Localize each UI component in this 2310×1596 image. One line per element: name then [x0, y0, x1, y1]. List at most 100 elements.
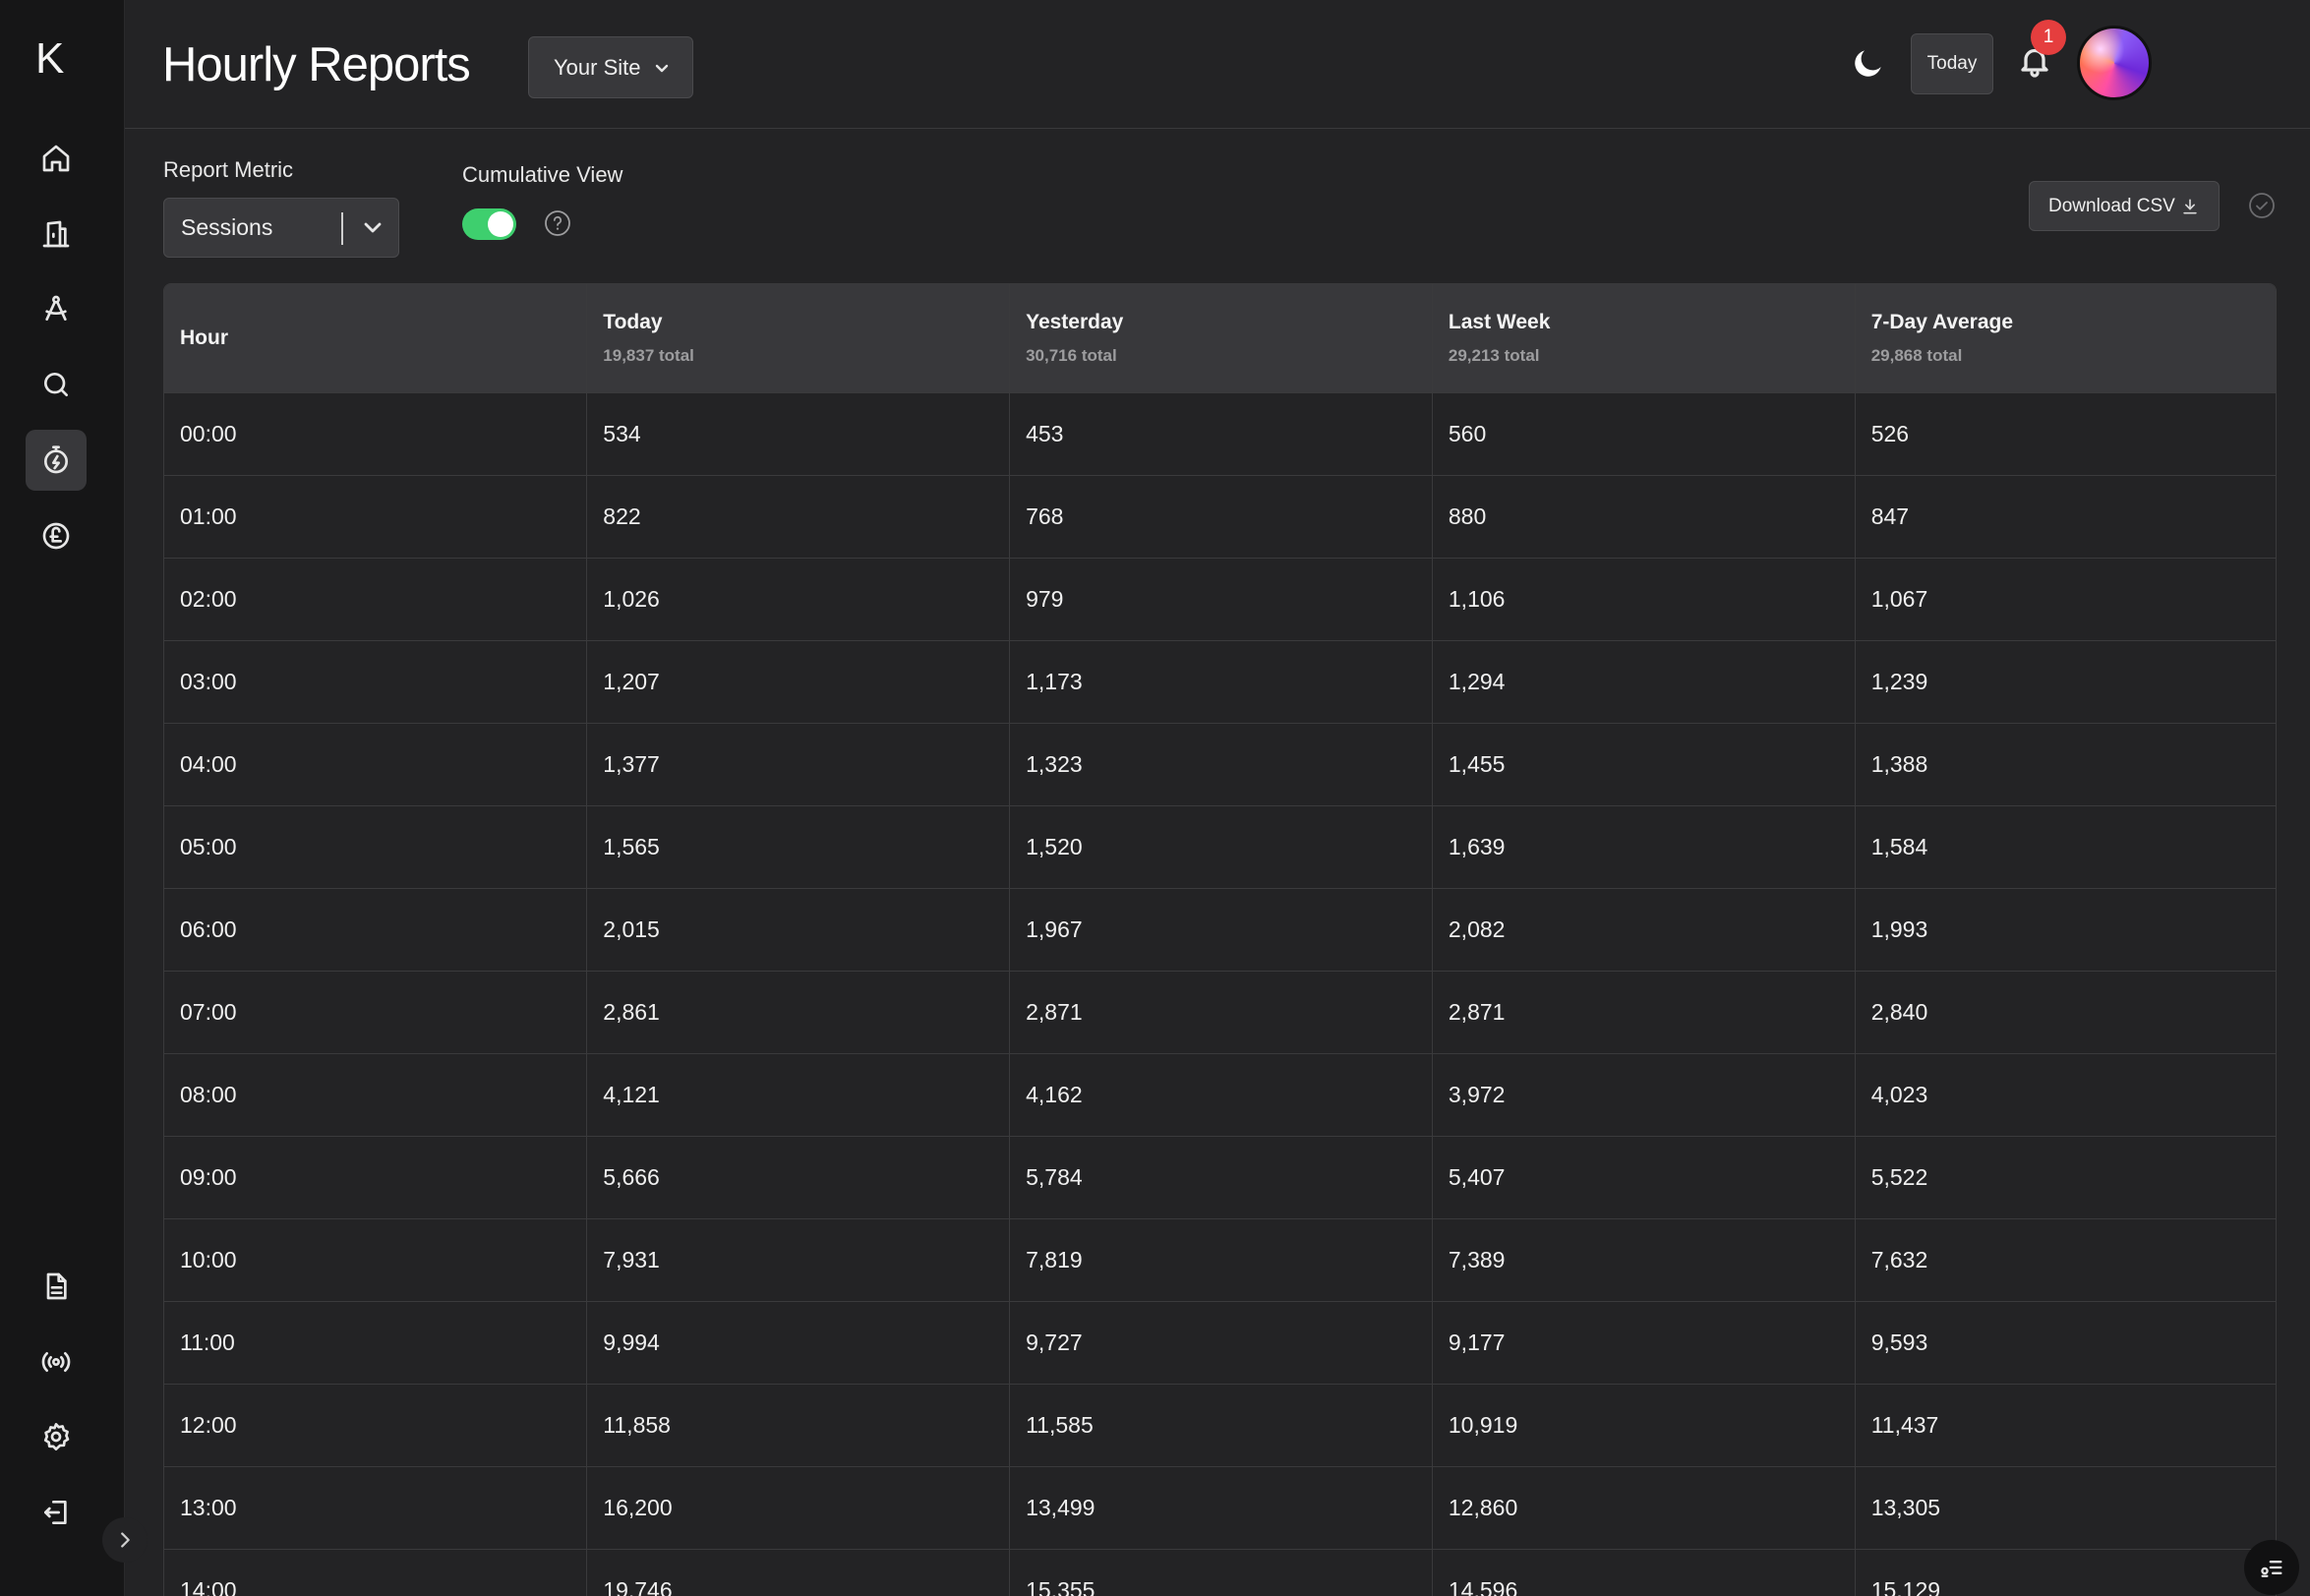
table-row: 03:00 1,207 1,173 1,294 1,239: [164, 640, 2276, 723]
table-cell: 4,023: [1870, 1081, 1928, 1107]
column-total: 30,716 total: [1026, 345, 1117, 365]
sidebar-item-hourly-reports[interactable]: [26, 430, 87, 491]
table-cell: 7,819: [1009, 1218, 1433, 1301]
table-cell: 5,666: [586, 1136, 1011, 1218]
table-cell: 768: [1009, 475, 1433, 558]
report-metric-label: Report Metric: [163, 157, 294, 182]
logo[interactable]: K: [35, 35, 75, 83]
table-row: 02:00 1,026 979 1,106 1,067: [164, 558, 2276, 640]
sidebar-item-logout[interactable]: [26, 1482, 87, 1543]
floating-menu-button[interactable]: [2244, 1540, 2299, 1595]
help-icon[interactable]: [544, 209, 571, 237]
table-cell: 14,596: [1432, 1549, 1856, 1596]
table-row: 04:00 1,377 1,323 1,455 1,388: [164, 723, 2276, 805]
avatar[interactable]: [2077, 26, 2152, 100]
table-cell: 1,967: [1009, 888, 1433, 971]
table-cell: 1,323: [1009, 723, 1433, 805]
table-cell: 5,522: [1870, 1163, 1928, 1190]
table-cell: 847: [1870, 502, 1910, 529]
logout-icon: [44, 1501, 67, 1524]
sidebar-item-compass[interactable]: [26, 278, 87, 339]
column-header-last-week[interactable]: Last Week 29,213 total: [1432, 284, 1856, 392]
sidebar-collapse-button[interactable]: [102, 1517, 148, 1563]
column-header-today[interactable]: Today 19,837 total: [586, 284, 1011, 392]
notification-badge: 1: [2031, 20, 2066, 55]
column-title: Hour: [180, 325, 228, 349]
sidebar-item-documents[interactable]: [26, 1256, 87, 1317]
table-cell: 9,994: [586, 1301, 1011, 1384]
table-cell: 15,355: [1009, 1549, 1433, 1596]
table-cell: 03:00: [164, 640, 588, 723]
table-cell: 10:00: [164, 1218, 588, 1301]
table-cell: 19,746: [586, 1549, 1011, 1596]
table-cell: 11,585: [1009, 1384, 1433, 1466]
table-cell: 1,239: [1870, 668, 1928, 694]
table-cell: 3,972: [1432, 1053, 1856, 1136]
column-header-hour[interactable]: Hour: [164, 284, 588, 392]
table-cell: 9,593: [1870, 1329, 1928, 1355]
table-cell: 09:00: [164, 1136, 588, 1218]
column-header-yesterday[interactable]: Yesterday 30,716 total: [1009, 284, 1433, 392]
sidebar-item-building[interactable]: [26, 204, 87, 265]
table-row: 06:00 2,015 1,967 2,082 1,993: [164, 888, 2276, 971]
table-cell: 1,377: [586, 723, 1011, 805]
table-cell: 11:00: [164, 1301, 588, 1384]
stopwatch-icon: [44, 445, 68, 474]
table-row: 07:00 2,861 2,871 2,871 2,840: [164, 971, 2276, 1053]
table-cell: 2,840: [1870, 998, 1928, 1025]
sidebar-item-revenue[interactable]: [26, 505, 87, 566]
home-icon: [42, 145, 70, 172]
date-range-button[interactable]: Today: [1911, 33, 1993, 94]
select-divider: [341, 212, 343, 245]
table-cell: 15,129: [1870, 1576, 1941, 1596]
sidebar-item-search[interactable]: [26, 354, 87, 415]
table-cell: 1,106: [1432, 558, 1856, 640]
table-cell: 2,871: [1009, 971, 1433, 1053]
table-cell: 2,871: [1432, 971, 1856, 1053]
report-metric-select[interactable]: Sessions: [163, 198, 399, 258]
table-row: 14:00 19,746 15,355 14,596 15,129: [164, 1549, 2276, 1596]
table-cell: 13:00: [164, 1466, 588, 1549]
table-cell: 1,207: [586, 640, 1011, 723]
download-csv-button[interactable]: Download CSV: [2029, 181, 2220, 231]
gear-icon: [43, 1423, 70, 1450]
table-cell: 01:00: [164, 475, 588, 558]
theme-toggle[interactable]: [1850, 44, 1887, 82]
table-cell: 822: [586, 475, 1011, 558]
table-row: 11:00 9,994 9,727 9,177 9,593: [164, 1301, 2276, 1384]
table-row: 09:00 5,666 5,784 5,407 5,522: [164, 1136, 2276, 1218]
building-icon: [42, 220, 70, 248]
table-cell: 02:00: [164, 558, 588, 640]
table-cell: 453: [1009, 392, 1433, 475]
chevron-down-icon: [655, 64, 669, 73]
table-cell: 07:00: [164, 971, 588, 1053]
table-cell: 1,388: [1870, 750, 1928, 777]
site-selector-label: Your Site: [554, 54, 641, 80]
column-title: Yesterday: [1026, 310, 1124, 333]
table-cell: 2,861: [586, 971, 1011, 1053]
column-header-7-day-average[interactable]: 7-Day Average 29,868 total: [1855, 284, 2276, 392]
table-cell: 880: [1432, 475, 1856, 558]
table-cell: 00:00: [164, 392, 588, 475]
table-cell: 11,858: [586, 1384, 1011, 1466]
table-row: 08:00 4,121 4,162 3,972 4,023: [164, 1053, 2276, 1136]
sidebar-item-settings[interactable]: [26, 1406, 87, 1467]
site-selector[interactable]: Your Site: [528, 36, 693, 98]
table-header-row: Hour Today 19,837 total Yesterday 30,716…: [164, 284, 2276, 392]
table-row: 10:00 7,931 7,819 7,389 7,632: [164, 1218, 2276, 1301]
sidebar: K: [0, 0, 148, 1596]
sidebar-item-live[interactable]: [26, 1331, 87, 1392]
column-title: Last Week: [1448, 310, 1551, 333]
sidebar-item-home[interactable]: [26, 128, 87, 189]
list-settings-icon: [2261, 1561, 2282, 1577]
table-row: 13:00 16,200 13,499 12,860 13,305: [164, 1466, 2276, 1549]
download-csv-label: Download CSV: [2048, 195, 2175, 216]
pound-icon: [42, 522, 70, 550]
table-cell: 06:00: [164, 888, 588, 971]
toggle-knob: [488, 211, 513, 237]
table-cell: 1,993: [1870, 916, 1928, 942]
cumulative-view-toggle[interactable]: [462, 208, 516, 240]
download-icon: [2183, 199, 2197, 214]
table-cell: 1,520: [1009, 805, 1433, 888]
table-cell: 1,067: [1870, 585, 1928, 612]
